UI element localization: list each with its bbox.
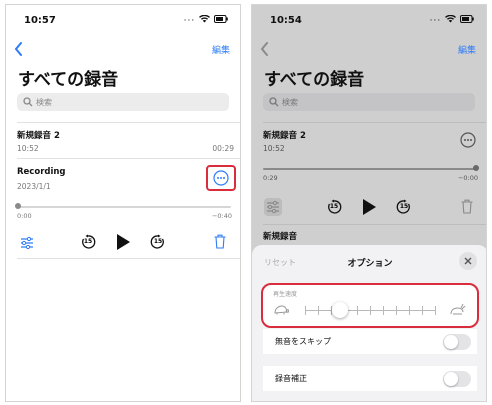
status-icons: ··· — [183, 14, 228, 26]
skip-back-seconds: 15 — [329, 203, 339, 210]
enhance-row: 録音補正 — [263, 366, 477, 391]
status-icons: ··· — [429, 14, 474, 26]
edit-button[interactable]: 編集 — [458, 43, 476, 56]
battery-icon — [214, 15, 228, 26]
search-placeholder: 検索 — [36, 98, 52, 107]
left-screen: 10:57 ··· 編集 すべての録音 検索 新規録音 2 10:52 00:2… — [5, 4, 241, 402]
wifi-icon — [445, 14, 460, 26]
signal-icon: ··· — [429, 16, 442, 26]
remaining-time: −0:40 — [211, 212, 232, 220]
status-time: 10:57 — [24, 15, 56, 26]
recording-duration: 00:29 — [212, 144, 234, 153]
remaining-time: −0:00 — [457, 174, 478, 182]
chevron-left-icon — [260, 42, 268, 56]
ellipsis-circle-icon — [213, 170, 229, 186]
close-icon — [464, 257, 472, 265]
skip-silence-row: 無音をスキップ — [263, 329, 477, 354]
enhance-toggle[interactable] — [443, 371, 471, 387]
recording-expanded: Recording 2023/1/1 0:00 −0:40 15 15 — [6, 158, 240, 258]
elapsed-time: 0:29 — [263, 174, 278, 182]
right-screen: 10:54 ··· 編集 すべての録音 検索 新規録音 2 10:52 0:29… — [251, 4, 487, 402]
divider — [263, 224, 486, 225]
progress-handle[interactable] — [473, 165, 479, 171]
battery-icon — [460, 15, 474, 26]
skip-forward-button[interactable]: 15 — [396, 199, 412, 215]
close-button[interactable] — [459, 252, 477, 270]
options-button[interactable] — [264, 198, 282, 216]
options-title: オプション — [347, 259, 393, 269]
recording-title: Recording — [17, 167, 66, 177]
skip-forward-seconds: 15 — [399, 203, 409, 210]
more-options-button[interactable] — [460, 132, 476, 152]
page-title: すべての録音 — [18, 70, 119, 90]
recording-date: 10:52 — [263, 144, 285, 153]
wifi-icon — [199, 14, 214, 26]
progress-track[interactable] — [17, 206, 231, 208]
back-button[interactable] — [260, 41, 269, 60]
sliders-icon — [21, 236, 33, 250]
recording-row[interactable]: 新規録音 2 10:52 00:29 — [6, 122, 240, 158]
more-options-button[interactable] — [213, 170, 229, 190]
play-button[interactable] — [362, 199, 376, 219]
search-icon — [269, 97, 279, 107]
toggle-knob — [444, 335, 458, 349]
sliders-icon — [267, 200, 279, 214]
play-button[interactable] — [116, 234, 130, 254]
delete-button[interactable] — [214, 234, 226, 253]
skip-back-seconds: 15 — [83, 238, 93, 245]
status-time: 10:54 — [270, 15, 302, 26]
signal-icon: ··· — [183, 16, 196, 26]
play-icon — [363, 199, 376, 215]
recording-expanded: 新規録音 2 10:52 0:29 −0:00 15 15 — [252, 122, 486, 222]
chevron-left-icon — [14, 42, 22, 56]
skip-back-button[interactable]: 15 — [80, 234, 96, 250]
recording-title: 新規録音 2 — [263, 131, 306, 141]
recording-title: 新規録音 2 — [17, 131, 60, 141]
divider — [17, 258, 240, 259]
options-button[interactable] — [20, 235, 34, 254]
recording-title: 新規録音 — [263, 232, 298, 242]
trash-icon — [461, 199, 473, 214]
highlight-box — [261, 283, 479, 328]
search-icon — [23, 97, 33, 107]
search-field[interactable]: 検索 — [17, 93, 229, 111]
recording-date: 2023/1/1 — [17, 182, 51, 191]
search-placeholder: 検索 — [282, 98, 298, 107]
search-field[interactable]: 検索 — [263, 93, 475, 111]
page-title: すべての録音 — [264, 70, 365, 90]
options-sheet: リセット オプション 再生速度 無音をスキップ 録音補正 — [252, 245, 486, 401]
skip-silence-label: 無音をスキップ — [275, 337, 331, 346]
skip-silence-toggle[interactable] — [443, 334, 471, 350]
delete-button[interactable] — [461, 199, 473, 218]
play-icon — [117, 234, 130, 250]
recording-date: 10:52 — [17, 144, 39, 153]
elapsed-time: 0:00 — [17, 212, 32, 220]
progress-track[interactable] — [263, 168, 477, 170]
back-button[interactable] — [14, 41, 23, 60]
trash-icon — [214, 234, 226, 249]
edit-button[interactable]: 編集 — [212, 43, 230, 56]
toggle-knob — [444, 372, 458, 386]
skip-forward-button[interactable]: 15 — [150, 234, 166, 250]
ellipsis-circle-icon — [460, 132, 476, 148]
enhance-label: 録音補正 — [275, 374, 307, 383]
skip-forward-seconds: 15 — [153, 238, 163, 245]
skip-back-button[interactable]: 15 — [326, 199, 342, 215]
progress-handle[interactable] — [15, 203, 21, 209]
